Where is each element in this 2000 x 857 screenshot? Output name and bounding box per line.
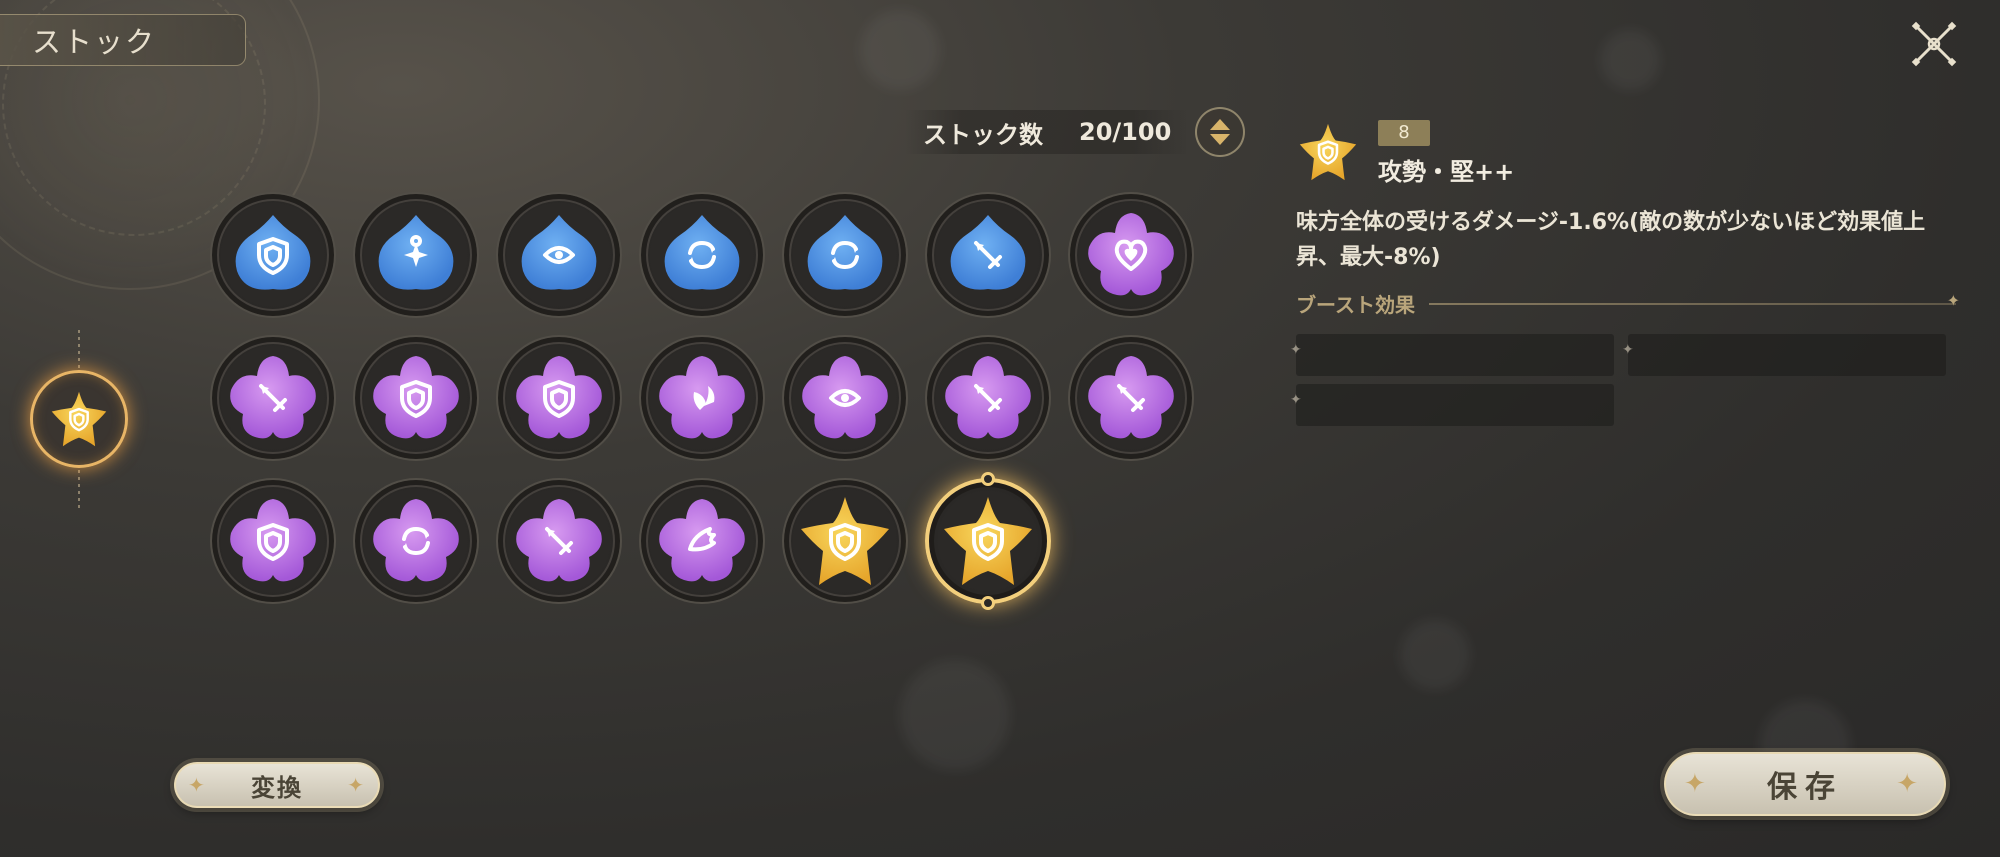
gem-slot[interactable]	[925, 472, 1051, 610]
gem-slot[interactable]	[353, 335, 479, 461]
gem-grid	[210, 192, 1194, 610]
purple-gem-leaf-icon	[652, 348, 752, 448]
gem-slot[interactable]	[496, 335, 622, 461]
sparkle-icon: ✦	[1896, 769, 1926, 799]
purple-gem-sword-icon	[509, 491, 609, 591]
gem-slot[interactable]	[925, 192, 1051, 318]
detail-panel: 8 攻勢・堅++ 味方全体の受けるダメージ-1.6%(敵の数が少ないほど効果値上…	[1290, 120, 1960, 426]
boost-slots	[1290, 334, 1956, 426]
blue-gem-cycle-icon	[652, 205, 752, 305]
stock-count-value: 20/100	[1079, 118, 1172, 146]
boost-slot	[1290, 384, 1614, 426]
gem-description: 味方全体の受けるダメージ-1.6%(敵の数が少ないほど効果値上昇、最大-8%)	[1296, 210, 1926, 270]
gem-slot[interactable]	[925, 335, 1051, 461]
blue-gem-shield-icon	[223, 205, 323, 305]
detail-gem-icon	[1296, 120, 1360, 184]
blue-gem-sword-icon	[938, 205, 1038, 305]
blue-gem-cycle-icon	[795, 205, 895, 305]
close-button[interactable]	[1906, 16, 1962, 72]
purple-gem-shield-icon	[366, 348, 466, 448]
convert-label: 変換	[251, 773, 303, 802]
purple-gem-shield-icon	[223, 491, 323, 591]
equipped-slot[interactable]	[30, 370, 128, 468]
gem-slot[interactable]	[639, 192, 765, 318]
gem-slot[interactable]	[782, 335, 908, 461]
page-title-tab: ストック	[0, 14, 246, 66]
stock-count: ストック数 20/100	[905, 110, 1190, 154]
boost-section-header: ブースト効果	[1296, 289, 1960, 318]
gem-slot[interactable]	[782, 478, 908, 604]
save-button[interactable]: ✦ 保存 ✦	[1664, 752, 1946, 816]
selection-marker	[981, 596, 995, 610]
gem-slot[interactable]	[210, 478, 336, 604]
blue-gem-eye-icon	[509, 205, 609, 305]
gem-name: 攻勢・堅++	[1378, 158, 1515, 186]
gem-slot[interactable]	[782, 192, 908, 318]
gem-slot[interactable]	[210, 335, 336, 461]
close-icon	[1911, 21, 1957, 67]
purple-gem-heart-icon	[1081, 205, 1181, 305]
gem-slot[interactable]	[1068, 335, 1194, 461]
gem-slot[interactable]	[353, 192, 479, 318]
boost-title: ブースト効果	[1296, 293, 1415, 317]
purple-gem-wing-icon	[652, 491, 752, 591]
sort-button[interactable]	[1195, 107, 1245, 157]
purple-gem-sword-icon	[223, 348, 323, 448]
purple-gem-shield-icon	[509, 348, 609, 448]
gem-slot[interactable]	[1068, 192, 1194, 318]
save-label: 保存	[1767, 770, 1843, 805]
purple-gem-cycle-icon	[366, 491, 466, 591]
purple-gem-eye-icon	[795, 348, 895, 448]
sparkle-icon: ✦	[188, 773, 207, 797]
equipped-gem	[48, 388, 110, 450]
sort-icon	[1210, 119, 1230, 145]
purple-gem-sword-icon	[1081, 348, 1181, 448]
boost-slot	[1622, 334, 1946, 376]
gem-slot[interactable]	[496, 192, 622, 318]
boost-slot	[1290, 334, 1614, 376]
stock-count-label: ストック数	[923, 120, 1043, 149]
purple-gem-sword-icon	[938, 348, 1038, 448]
gold-gem-shield-icon	[938, 491, 1038, 591]
sparkle-icon: ✦	[347, 773, 366, 797]
gem-slot[interactable]	[496, 478, 622, 604]
gold-gem-shield-icon	[795, 491, 895, 591]
boost-divider	[1429, 291, 1960, 310]
gem-slot[interactable]	[639, 335, 765, 461]
sparkle-icon: ✦	[1684, 769, 1714, 799]
blue-gem-sparkle-icon	[366, 205, 466, 305]
gem-slot[interactable]	[210, 192, 336, 318]
gem-slot[interactable]	[353, 478, 479, 604]
selection-marker	[981, 472, 995, 486]
gem-slot[interactable]	[639, 478, 765, 604]
convert-button[interactable]: ✦ 変換 ✦	[174, 762, 380, 808]
page-title: ストック	[32, 25, 157, 59]
rank-badge: 8	[1378, 120, 1430, 146]
